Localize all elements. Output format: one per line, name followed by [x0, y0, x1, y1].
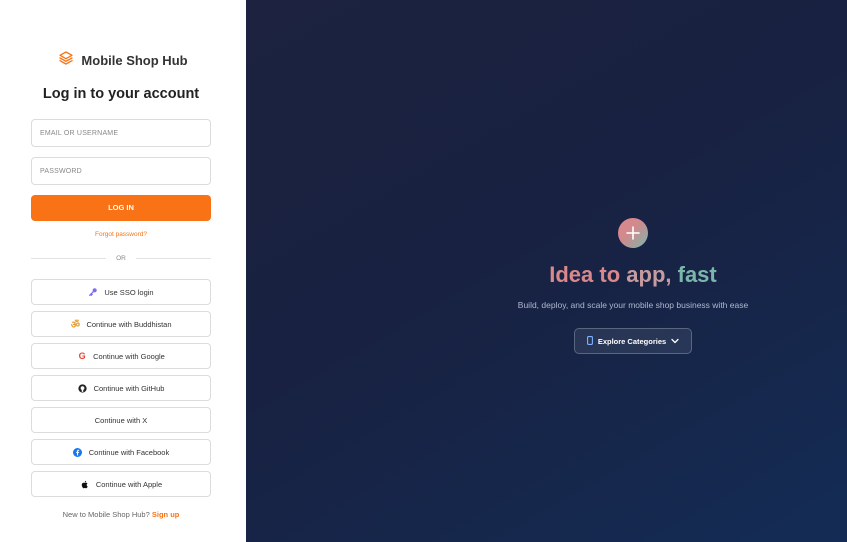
signup-prompt: New to Mobile Shop Hub? Sign up — [0, 510, 242, 519]
hero-title-part1: Idea to — [549, 262, 621, 287]
sso-login-label: Use SSO login — [104, 287, 154, 297]
plus-icon — [618, 218, 648, 248]
brand-header: Mobile Shop Hub — [0, 50, 246, 71]
hero-panel: Idea to app, fast Build, deploy, and sca… — [246, 0, 847, 542]
hero-title: Idea to app, fast — [246, 262, 847, 288]
facebook-login-label: Continue with Facebook — [88, 447, 170, 457]
forgot-password-link[interactable]: Forgot password? — [31, 231, 211, 238]
login-panel: Mobile Shop Hub Log in to your account L… — [0, 0, 246, 542]
key-icon — [88, 287, 98, 297]
page-title: Log in to your account — [42, 86, 200, 102]
google-login-label: Continue with Google — [93, 351, 165, 361]
signup-prompt-text: New to Mobile Shop Hub? — [62, 510, 150, 519]
github-icon — [78, 383, 88, 393]
github-login-label: Continue with GitHub — [93, 383, 165, 393]
chevron-down-icon — [671, 337, 679, 346]
login-button[interactable]: LOG IN — [31, 195, 211, 221]
buddhistan-login-label: Continue with Buddhistan — [86, 319, 172, 329]
explore-categories-button[interactable]: Explore Categories — [574, 328, 692, 354]
apple-icon — [80, 479, 90, 489]
or-divider: OR — [31, 254, 211, 263]
explore-categories-label: Explore Categories — [597, 336, 667, 346]
phone-icon — [586, 335, 593, 347]
signup-link[interactable]: Sign up — [152, 510, 180, 519]
sso-login-button[interactable]: Use SSO login — [31, 279, 211, 305]
hero-title-part3: fast — [677, 262, 717, 287]
email-field[interactable] — [31, 119, 211, 147]
divider-line-right — [136, 258, 211, 259]
github-login-button[interactable]: Continue with GitHub — [31, 375, 211, 401]
facebook-icon — [73, 447, 83, 457]
google-login-button[interactable]: G Continue with Google — [31, 343, 211, 369]
password-field[interactable] — [31, 157, 211, 185]
google-icon: G — [78, 351, 86, 361]
x-login-label: Continue with X — [94, 415, 148, 425]
apple-login-button[interactable]: Continue with Apple — [31, 471, 211, 497]
hero-subtitle: Build, deploy, and scale your mobile sho… — [517, 300, 749, 310]
apple-login-label: Continue with Apple — [95, 479, 163, 489]
brand-name: Mobile Shop Hub — [81, 53, 188, 68]
om-icon: ॐ — [70, 320, 81, 331]
hero-title-part2: app, — [626, 262, 672, 287]
layers-logo-icon — [58, 50, 74, 71]
buddhistan-login-button[interactable]: ॐ Continue with Buddhistan — [31, 311, 211, 337]
facebook-login-button[interactable]: Continue with Facebook — [31, 439, 211, 465]
x-login-button[interactable]: Continue with X — [31, 407, 211, 433]
